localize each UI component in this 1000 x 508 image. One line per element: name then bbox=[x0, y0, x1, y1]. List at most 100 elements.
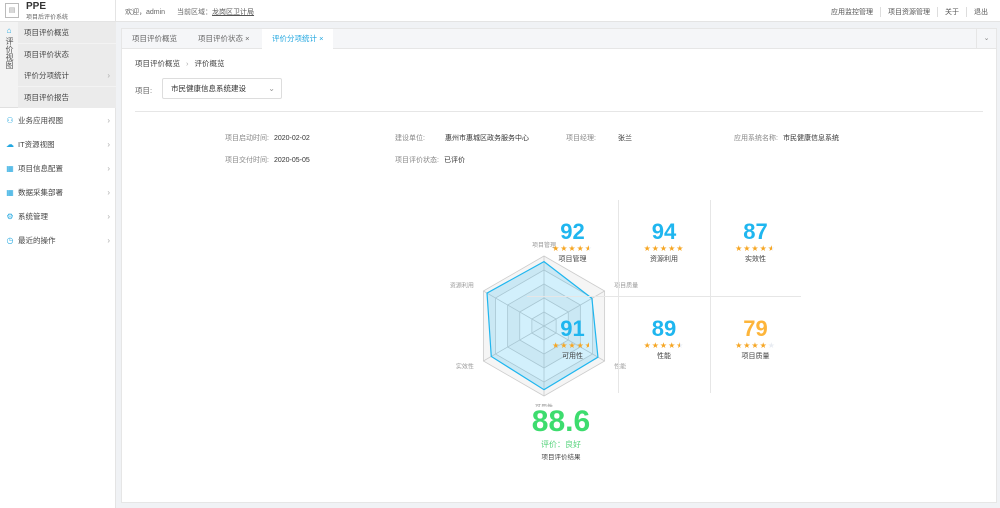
star-full-icon: ★ bbox=[576, 244, 585, 253]
star-rating: ★★★★★ bbox=[527, 244, 618, 253]
top-header: ▤ PPE 项目后评价系统 欢迎，admin 当前区域：龙岗区卫计局 应用监控管… bbox=[0, 0, 1000, 22]
score-card: 87 ★★★★★ 实效性 bbox=[710, 200, 801, 296]
info-key: 项目启动时间: bbox=[225, 135, 269, 142]
star-full-icon: ★ bbox=[568, 341, 577, 350]
chevron-down-icon[interactable]: ⌄ bbox=[976, 29, 996, 49]
sidebar-section-toggle[interactable]: ⌂ 评价视图 bbox=[0, 22, 18, 108]
tab-overview[interactable]: 项目评价概览 bbox=[122, 29, 187, 49]
chevron-right-icon: › bbox=[107, 140, 110, 149]
sidebar-item-overview[interactable]: 项目评价概览 bbox=[18, 22, 116, 43]
score-label: 性能 bbox=[657, 353, 671, 360]
sidebar: ⌂ 评价视图 项目评价概览 项目评价状态 评价分项统计 › 项目评价报告 ⚇ 业务应… bbox=[0, 22, 116, 508]
star-rating: ★★★★★ bbox=[619, 244, 710, 253]
score-value: 92 bbox=[560, 219, 585, 244]
chevron-right-icon: › bbox=[107, 212, 110, 221]
item-label: 项目评价状态 bbox=[24, 50, 69, 59]
star-half-icon: ★ bbox=[767, 244, 776, 253]
chevron-right-icon: › bbox=[107, 116, 110, 125]
nav-logout[interactable]: 退出 bbox=[966, 7, 995, 17]
sidebar-item-recent[interactable]: ◷ 最近的操作 › bbox=[0, 229, 116, 253]
item-label: 项目信息配置 bbox=[18, 164, 63, 173]
sidebar-item-system[interactable]: ⚙ 系统管理 › bbox=[0, 205, 116, 229]
info-value: 惠州市惠城区政务服务中心 bbox=[444, 135, 529, 142]
breadcrumb-current: 评价概览 bbox=[194, 59, 225, 68]
info-value: 2020-05-05 bbox=[273, 157, 310, 164]
header-nav: 应用监控管理 项目资源管理 关于 退出 bbox=[824, 7, 995, 17]
item-label: 数据采集部署 bbox=[18, 188, 63, 197]
star-full-icon: ★ bbox=[651, 341, 660, 350]
star-full-icon: ★ bbox=[651, 244, 660, 253]
star-full-icon: ★ bbox=[759, 244, 768, 253]
star-full-icon: ★ bbox=[676, 244, 685, 253]
star-full-icon: ★ bbox=[735, 244, 744, 253]
score-label: 可用性 bbox=[562, 353, 583, 360]
region-label: 当前区域： bbox=[177, 9, 213, 16]
sidebar-item-status[interactable]: 项目评价状态 bbox=[18, 44, 116, 65]
info-key: 项目经理: bbox=[566, 135, 596, 142]
project-label: 项目: bbox=[135, 86, 153, 95]
tab-label: 评价分项统计 bbox=[272, 34, 317, 43]
star-full-icon: ★ bbox=[751, 341, 760, 350]
item-label: 最近的操作 bbox=[18, 236, 56, 245]
info-eval-status: 项目评价状态: 已评价 bbox=[395, 155, 465, 165]
score-label: 项目质量 bbox=[741, 353, 770, 360]
breadcrumb-link[interactable]: 项目评价概览 bbox=[135, 59, 180, 68]
info-value: 市民健康信息系统 bbox=[782, 135, 839, 142]
star-full-icon: ★ bbox=[751, 244, 760, 253]
info-app-name: 应用系统名称: 市民健康信息系统 bbox=[734, 133, 839, 143]
sidebar-item-it-view[interactable]: ☁ IT资源视图 › bbox=[0, 133, 116, 157]
nav-about[interactable]: 关于 bbox=[937, 7, 966, 17]
nav-project-resource[interactable]: 项目资源管理 bbox=[880, 7, 937, 17]
info-manager: 项目经理: 张兰 bbox=[566, 133, 632, 143]
document-icon: ▤ bbox=[5, 3, 19, 18]
grid-icon: ▦ bbox=[6, 188, 14, 197]
section-label: 评价视图 bbox=[5, 37, 14, 69]
star-rating: ★★★★★ bbox=[527, 341, 618, 350]
sidebar-item-business-view[interactable]: ⚇ 业务应用视图 › bbox=[0, 109, 116, 133]
info-key: 建设单位: bbox=[395, 135, 425, 142]
sidebar-item-project-config[interactable]: ▦ 项目信息配置 › bbox=[0, 157, 116, 181]
chevron-right-icon: › bbox=[107, 236, 110, 245]
project-select[interactable]: 市民健康信息系统建设 ⌄ bbox=[162, 78, 282, 99]
app-logo[interactable]: ▤ PPE 项目后评价系统 bbox=[0, 0, 116, 22]
star-full-icon: ★ bbox=[659, 341, 669, 350]
nav-app-monitor[interactable]: 应用监控管理 bbox=[824, 7, 880, 17]
tab-stats[interactable]: 评价分项统计 × bbox=[262, 29, 334, 50]
score-card: 92 ★★★★★ 项目管理 bbox=[527, 200, 618, 296]
info-key: 项目评价状态: bbox=[395, 157, 439, 164]
star-full-icon: ★ bbox=[576, 341, 585, 350]
score-value: 94 bbox=[651, 219, 677, 244]
close-icon[interactable]: × bbox=[319, 34, 323, 43]
tab-label: 项目评价状态 bbox=[198, 34, 243, 43]
tab-label: 项目评价概览 bbox=[132, 34, 177, 43]
star-full-icon: ★ bbox=[659, 244, 669, 253]
home-icon: ⌂ bbox=[6, 26, 12, 35]
project-select-value: 市民健康信息系统建设 bbox=[171, 84, 246, 93]
star-full-icon: ★ bbox=[552, 244, 561, 253]
score-card: 79 ★★★★★ 项目质量 bbox=[710, 297, 801, 393]
chevron-right-icon: › bbox=[107, 188, 110, 197]
score-card: 89 ★★★★★ 性能 bbox=[619, 297, 710, 393]
sidebar-item-report[interactable]: 项目评价报告 bbox=[18, 87, 116, 108]
item-label: 系统管理 bbox=[18, 212, 48, 221]
close-icon[interactable]: × bbox=[245, 34, 249, 43]
total-grade: 评价：良好 bbox=[541, 440, 581, 449]
score-value: 87 bbox=[743, 219, 768, 244]
star-full-icon: ★ bbox=[643, 341, 652, 350]
main-panel: 项目评价概览 项目评价状态 × 评价分项统计 × ⌄ 项目评价概览 › 评价概览 项… bbox=[121, 28, 997, 503]
sidebar-item-stats[interactable]: 评价分项统计 › bbox=[18, 65, 116, 86]
chevron-right-icon: › bbox=[186, 59, 189, 68]
info-key: 项目交付时间: bbox=[225, 157, 269, 164]
star-rating: ★★★★★ bbox=[619, 341, 710, 350]
info-start-date: 项目启动时间: 2020-02-02 bbox=[225, 133, 310, 143]
item-label: 评价分项统计 bbox=[24, 71, 69, 80]
sidebar-section-eval-view: ⌂ 评价视图 项目评价概览 项目评价状态 评价分项统计 › 项目评价报告 bbox=[0, 22, 116, 108]
sidebar-item-data-collect[interactable]: ▦ 数据采集部署 › bbox=[0, 181, 116, 205]
score-label: 资源利用 bbox=[650, 256, 678, 263]
info-org: 建设单位: 惠州市惠城区政务服务中心 bbox=[395, 133, 529, 143]
tab-status[interactable]: 项目评价状态 × bbox=[188, 29, 259, 49]
region-link[interactable]: 龙岗区卫计局 bbox=[212, 9, 254, 16]
radar-indicator-label: 资源利用 bbox=[450, 282, 474, 290]
clock-icon: ◷ bbox=[6, 236, 14, 245]
chevron-down-icon: ⌄ bbox=[268, 84, 275, 93]
